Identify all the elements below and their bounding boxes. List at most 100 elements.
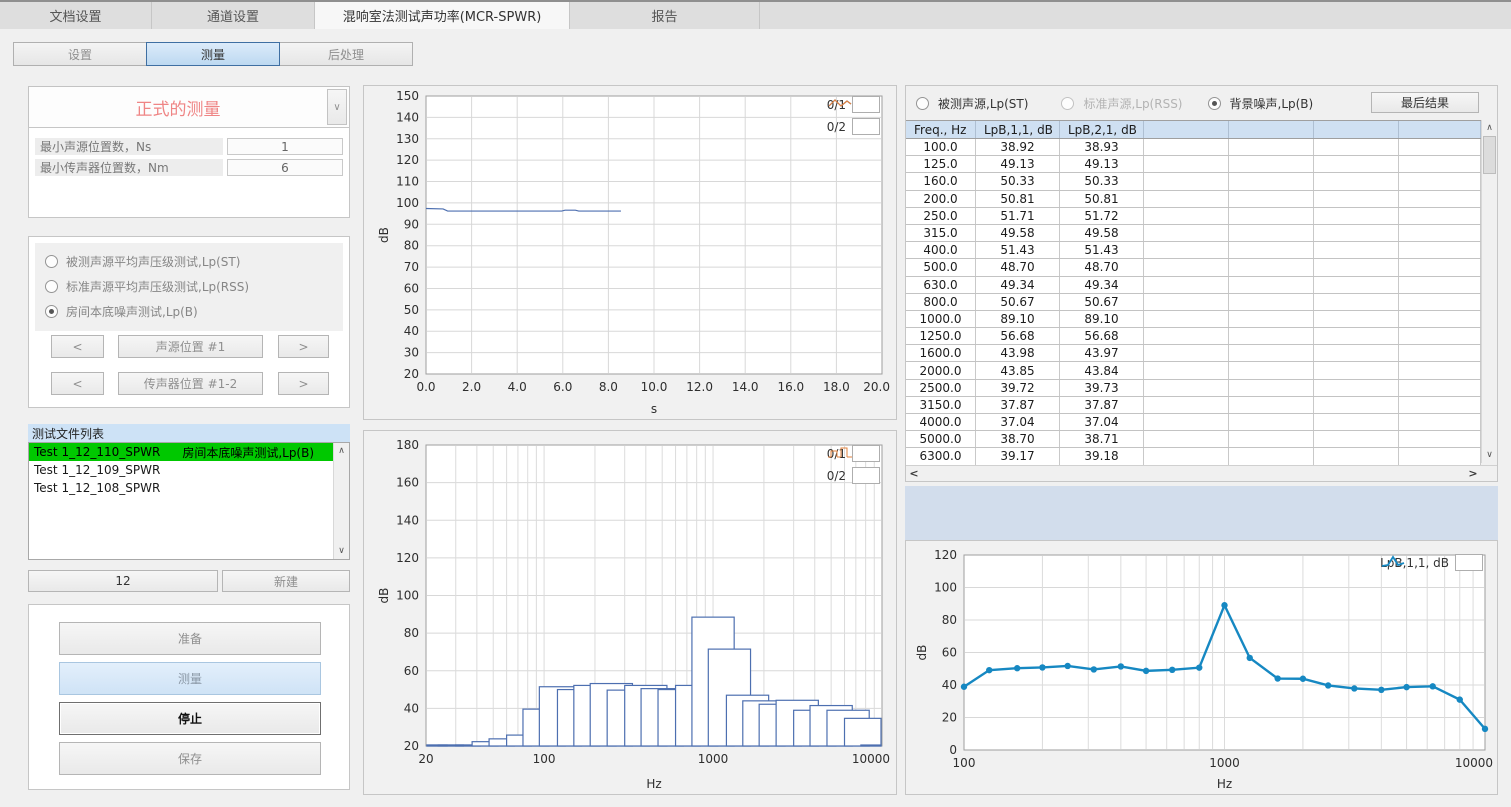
table-row[interactable]: 800.050.6750.67: [906, 294, 1481, 311]
table-row[interactable]: 400.051.4351.43: [906, 242, 1481, 259]
svg-text:10.0: 10.0: [641, 380, 668, 394]
svg-text:s: s: [651, 402, 657, 416]
table-row[interactable]: 6300.039.1739.18: [906, 448, 1481, 465]
list-item[interactable]: Test 1_12_110_SPWR房间本底噪声测试,Lp(B): [29, 443, 333, 461]
subtab[interactable]: 测量: [146, 42, 280, 66]
subtab[interactable]: 设置: [13, 42, 147, 66]
table-vscrollbar[interactable]: ∧ ∨: [1481, 120, 1497, 463]
table-cell: [1144, 191, 1229, 207]
field-label: 最小传声器位置数，Nm: [35, 159, 223, 176]
table-cell: [1229, 414, 1314, 430]
table-row[interactable]: 4000.037.0437.04: [906, 414, 1481, 431]
scrollbar-thumb[interactable]: [1483, 136, 1496, 174]
table-row[interactable]: 3150.037.8737.87: [906, 397, 1481, 414]
position-count-group: 最小声源位置数，Ns1最小传声器位置数，Nm6: [28, 127, 350, 218]
scroll-up-icon[interactable]: ∧: [334, 444, 349, 458]
table-cell: 160.0: [906, 173, 976, 189]
subtab[interactable]: 后处理: [279, 42, 413, 66]
radio-label: 背景噪声,Lp(B): [1230, 95, 1314, 112]
svg-text:100: 100: [533, 752, 556, 766]
scroll-down-icon[interactable]: ∨: [334, 544, 349, 558]
svg-text:60: 60: [404, 281, 419, 295]
table-row[interactable]: 200.050.8150.81: [906, 191, 1481, 208]
field-value-input[interactable]: 1: [227, 138, 343, 155]
table-cell: [1229, 448, 1314, 464]
measurement-mode-combobox[interactable]: 正式的测量 ∨: [28, 86, 350, 128]
action-button-1[interactable]: 准备: [59, 622, 321, 655]
radio-icon[interactable]: [1061, 97, 1074, 110]
radio-icon[interactable]: [1208, 97, 1221, 110]
test-file-list[interactable]: Test 1_12_110_SPWR房间本底噪声测试,Lp(B)Test 1_1…: [28, 442, 350, 560]
list-scrollbar[interactable]: ∧ ∨: [333, 443, 349, 559]
position-prev-button[interactable]: <: [51, 372, 104, 395]
table-row[interactable]: 5000.038.7038.71: [906, 431, 1481, 448]
test-count-button[interactable]: 12: [28, 570, 218, 592]
position-next-button[interactable]: >: [278, 372, 329, 395]
table-row[interactable]: 100.038.9238.93: [906, 139, 1481, 156]
scroll-left-icon[interactable]: <: [906, 466, 922, 481]
svg-text:dB: dB: [377, 588, 391, 604]
radio-icon[interactable]: [45, 280, 58, 293]
table-row[interactable]: 1600.043.9843.97: [906, 345, 1481, 362]
test-type-radio[interactable]: 被测声源平均声压级测试,Lp(ST): [45, 253, 240, 270]
table-row[interactable]: 2000.043.8543.84: [906, 362, 1481, 379]
field-value-input[interactable]: 6: [227, 159, 343, 176]
table-row[interactable]: 250.051.7151.72: [906, 208, 1481, 225]
table-cell: [1229, 380, 1314, 396]
table-cell: [1314, 397, 1399, 413]
spectrum-bar-chart: 2040608010012014016018020100100010000Hzd…: [364, 431, 896, 794]
position-label-button[interactable]: 声源位置 #1: [118, 335, 263, 358]
table-cell: [1229, 208, 1314, 224]
svg-text:120: 120: [934, 548, 957, 562]
list-item[interactable]: Test 1_12_109_SPWR: [29, 461, 333, 479]
action-button-4[interactable]: 保存: [59, 742, 321, 775]
table-row[interactable]: 1000.089.1089.10: [906, 311, 1481, 328]
final-result-button[interactable]: 最后结果: [1371, 92, 1479, 113]
table-cell: [1144, 173, 1229, 189]
svg-text:8.0: 8.0: [599, 380, 618, 394]
table-cell: 2000.0: [906, 362, 976, 378]
table-row[interactable]: 1250.056.6856.68: [906, 328, 1481, 345]
field-row: 最小传声器位置数，Nm6: [35, 158, 343, 177]
position-next-button[interactable]: >: [278, 335, 329, 358]
list-item[interactable]: Test 1_12_108_SPWR: [29, 479, 333, 497]
action-button-3[interactable]: 停止: [59, 702, 321, 735]
table-cell: 49.13: [976, 156, 1060, 172]
table-row[interactable]: 125.049.1349.13: [906, 156, 1481, 173]
main-tab[interactable]: 报告: [570, 2, 760, 29]
radio-icon[interactable]: [45, 305, 58, 318]
table-row[interactable]: 630.049.3449.34: [906, 277, 1481, 294]
table-cell: [1229, 294, 1314, 310]
app-window: 文档设置通道设置混响室法测试声功率(MCR-SPWR)报告 设置测量后处理 正式…: [0, 0, 1511, 807]
table-cell: [1399, 397, 1481, 413]
table-row[interactable]: 2500.039.7239.73: [906, 380, 1481, 397]
main-tab[interactable]: 混响室法测试声功率(MCR-SPWR): [315, 2, 570, 29]
table-cell: [1229, 139, 1314, 155]
svg-text:130: 130: [396, 132, 419, 146]
radio-icon[interactable]: [916, 97, 929, 110]
table-cell: [1399, 225, 1481, 241]
scroll-right-icon[interactable]: >: [1465, 466, 1481, 481]
table-hscrollbar[interactable]: < >: [906, 465, 1497, 481]
table-cell: [1314, 414, 1399, 430]
radio-icon[interactable]: [45, 255, 58, 268]
radio-label: 房间本底噪声测试,Lp(B): [66, 303, 198, 320]
table-cell: 250.0: [906, 208, 976, 224]
scroll-down-icon[interactable]: ∨: [1482, 448, 1497, 462]
position-prev-button[interactable]: <: [51, 335, 104, 358]
main-tab[interactable]: 通道设置: [152, 2, 315, 29]
table-cell: [1314, 225, 1399, 241]
scroll-up-icon[interactable]: ∧: [1482, 121, 1497, 135]
new-test-button[interactable]: 新建: [222, 570, 350, 592]
test-type-radio[interactable]: 房间本底噪声测试,Lp(B): [45, 303, 198, 320]
table-cell: [1144, 397, 1229, 413]
main-tab[interactable]: 文档设置: [0, 2, 152, 29]
table-row[interactable]: 160.050.3350.33: [906, 173, 1481, 190]
position-label-button[interactable]: 传声器位置 #1-2: [118, 372, 263, 395]
chevron-down-icon[interactable]: ∨: [327, 89, 347, 125]
table-cell: [1144, 311, 1229, 327]
action-button-2[interactable]: 测量: [59, 662, 321, 695]
table-row[interactable]: 315.049.5849.58: [906, 225, 1481, 242]
test-type-radio[interactable]: 标准声源平均声压级测试,Lp(RSS): [45, 278, 249, 295]
table-row[interactable]: 500.048.7048.70: [906, 259, 1481, 276]
